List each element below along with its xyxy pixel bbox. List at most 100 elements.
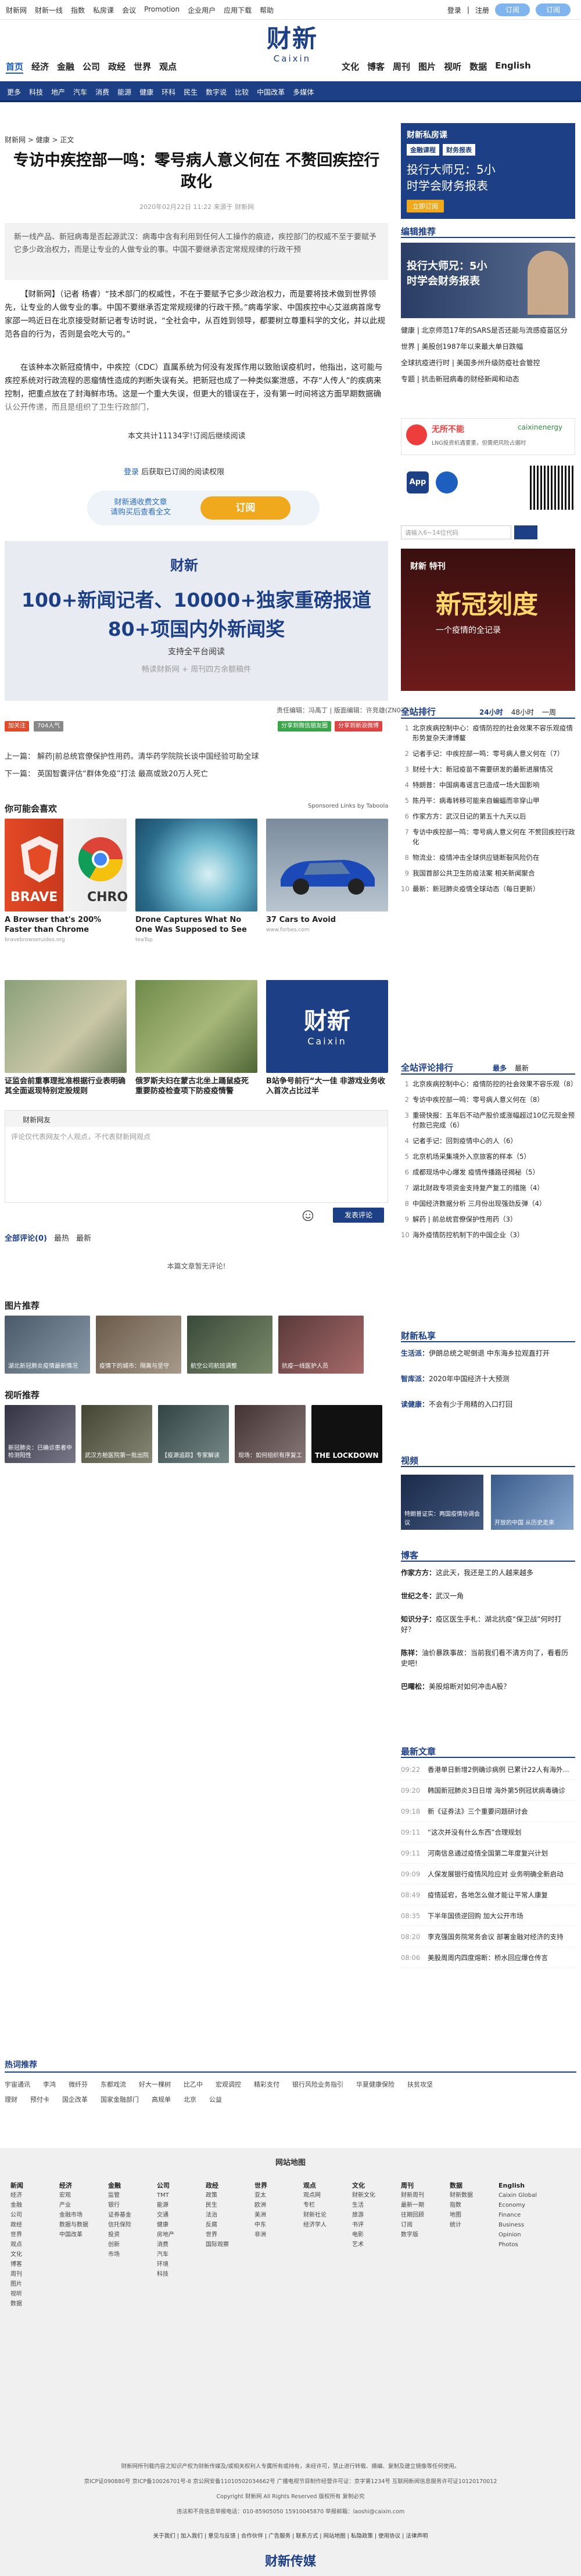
subscribe-button-2[interactable]: 订阅 xyxy=(535,3,571,16)
footer-link[interactable]: 金融市场 xyxy=(59,2210,88,2220)
latest-item[interactable]: 08:49 疫情延宕，各地怎么做才能让平常人康复 xyxy=(401,1890,575,1905)
nav-home[interactable]: 首页 xyxy=(6,60,24,74)
latest-item[interactable]: 09:09 人保发展银行疫情风险应对 业务明确全新启动 xyxy=(401,1869,575,1885)
hot-word[interactable]: 扶贫攻坚 xyxy=(407,2080,433,2089)
nav-data[interactable]: 数据 xyxy=(469,60,487,73)
latest-item[interactable]: 09:18 新《证券法》三个重要问题研讨会 xyxy=(401,1807,575,1822)
rank-item[interactable]: 4 特朗普：中国病毒谣言已造成一场大国影响 xyxy=(401,780,575,790)
nav-world[interactable]: 世界 xyxy=(134,60,151,74)
footer-link[interactable]: 房地产 xyxy=(157,2230,174,2240)
register-link[interactable]: 注册 xyxy=(475,5,489,15)
recommend-card[interactable]: 证监会前重事理批准根据行业表明确其全面返现特别定股规则 xyxy=(5,980,127,1096)
footer-link[interactable]: Caixin Global xyxy=(498,2190,537,2200)
top-link-meeting[interactable]: 会议 xyxy=(122,5,136,15)
footer-link[interactable]: 博客 xyxy=(10,2260,23,2269)
stock-search-button[interactable] xyxy=(514,525,537,539)
footer-link[interactable]: 法治 xyxy=(206,2210,229,2220)
weibo-icon[interactable] xyxy=(436,471,458,493)
latest-item[interactable]: 09:11 “这次并没有什么东西”合理规划 xyxy=(401,1828,575,1843)
top-link-course[interactable]: 私房课 xyxy=(93,5,114,15)
footer-link[interactable]: 国际观察 xyxy=(206,2240,229,2250)
nav-weekly[interactable]: 周刊 xyxy=(393,60,410,73)
picture-item[interactable]: 疫情下的城市：隔离与坚守 xyxy=(96,1316,181,1374)
footer-link[interactable]: 产业 xyxy=(59,2200,88,2210)
footer-link[interactable]: 财新数据 xyxy=(450,2190,473,2200)
footer-link[interactable]: 公司 xyxy=(10,2210,23,2220)
footer-link[interactable]: Finance xyxy=(498,2210,537,2220)
share-item[interactable]: 读健康：不会有少于用精的入口打回 xyxy=(401,1399,575,1410)
next-article[interactable]: 下一篇： 英国智囊评估“群体免疫”打法 最高或致20万人死亡 xyxy=(5,768,208,779)
nav-blog[interactable]: 博客 xyxy=(367,60,385,73)
comment-rank-tab-most[interactable]: 最多 xyxy=(493,1063,507,1073)
footer-column-title[interactable]: 世界 xyxy=(254,2181,267,2190)
footer-link[interactable]: 中东 xyxy=(254,2220,267,2230)
footer-link[interactable]: 欧洲 xyxy=(254,2200,267,2210)
footer-link[interactable]: 订阅 xyxy=(401,2220,424,2230)
footer-link[interactable]: 民生 xyxy=(206,2200,229,2210)
latest-item[interactable]: 08:06 美股周周内四度熔断：桥水回应爆仓传言 xyxy=(401,1953,575,1968)
video-item[interactable]: 新冠肺炎：已确诊患者中检测阳性 xyxy=(5,1405,76,1463)
nav-politics[interactable]: 政经 xyxy=(108,60,125,74)
footer-link[interactable]: 能源 xyxy=(157,2200,174,2210)
rank-tab-week[interactable]: 一周 xyxy=(542,707,556,717)
sub-nav-item[interactable]: 更多 xyxy=(7,87,21,97)
recommend-card[interactable]: Drone Captures What No One Was Supposed … xyxy=(135,819,257,943)
rank-item[interactable]: 5 陈丹平：病毒转移可能来自蝙蝠而非穿山甲 xyxy=(401,796,575,806)
footer-link[interactable]: 健康 xyxy=(157,2220,174,2230)
hot-word[interactable]: 华夏健康保险 xyxy=(356,2080,394,2089)
footer-column-title[interactable]: 政经 xyxy=(206,2181,229,2190)
footer-column-title[interactable]: 数据 xyxy=(450,2181,473,2190)
footer-link[interactable]: 投资 xyxy=(108,2230,131,2240)
top-link-help[interactable]: 帮助 xyxy=(260,5,274,15)
top-link-yixian[interactable]: 财新一线 xyxy=(35,5,63,15)
tab-newest[interactable]: 最新 xyxy=(76,1232,91,1243)
footer-link[interactable]: 视听 xyxy=(10,2289,23,2299)
rank-tab-48h[interactable]: 48小时 xyxy=(511,707,534,717)
footer-link[interactable]: 信托保险 xyxy=(108,2220,131,2230)
hot-word[interactable]: 精彩支付 xyxy=(254,2080,279,2089)
sub-nav-item[interactable]: 多媒体 xyxy=(293,87,314,97)
footer-link[interactable]: 旅游 xyxy=(352,2210,375,2220)
stock-search-input[interactable]: 请输入6~14位代码 xyxy=(401,526,511,539)
latest-item[interactable]: 08:35 下半年国债逆回购 加大公开市场 xyxy=(401,1911,575,1926)
subscribe-button[interactable]: 订阅 xyxy=(494,3,530,16)
prev-article[interactable]: 上一篇： 解药|前总统官僚保护性用药。清华药学院院长谈中国经验可助全球 xyxy=(5,750,259,761)
footer-link[interactable]: 创新 xyxy=(108,2240,131,2250)
comment-rank-item[interactable]: 2 专访中疾控部一鸣：零号病人意义何在（8） xyxy=(401,1095,575,1105)
footer-link[interactable]: 世界 xyxy=(206,2230,229,2240)
nav-video[interactable]: 视听 xyxy=(444,60,461,73)
top-link-index[interactable]: 指数 xyxy=(71,5,85,15)
video-item[interactable]: 现场：如何组织有序复工 xyxy=(235,1405,306,1463)
recommend-card[interactable]: BRAVE CHRO A Browser that's 200% Faster … xyxy=(5,819,128,943)
app-icon[interactable]: App xyxy=(407,471,429,493)
ad-subscribe-button[interactable]: 立即订阅 xyxy=(407,200,444,212)
footer-link[interactable]: 汽车 xyxy=(157,2250,174,2260)
footer-link[interactable]: 生活 xyxy=(352,2200,375,2210)
footer-link[interactable]: 环境 xyxy=(157,2260,174,2269)
login-link[interactable]: 登录 xyxy=(447,5,461,15)
hot-word[interactable]: 高规单 xyxy=(152,2095,171,2104)
editor-list-item[interactable]: 世界 | 美股创1987年以来最大单日跌幅 xyxy=(401,341,575,352)
latest-item[interactable]: 09:11 河南信息通过疫情全国第二年度复兴计划 xyxy=(401,1849,575,1864)
login-prompt-link[interactable]: 登录 xyxy=(124,468,139,477)
hot-word[interactable]: 微纤芬 xyxy=(69,2080,88,2089)
blog-item[interactable]: 作家方方：这此天，我还是工的人越来越多 xyxy=(401,1568,575,1578)
sidebar-video-item[interactable]: 特朗普证实：两国疫情协调会议 xyxy=(401,1475,483,1530)
sidebar-editor-image[interactable]: 投行大师兄：5小 时学会财务报表 xyxy=(401,243,575,318)
editor-list-item[interactable]: 健康 | 北京师范17年的SARS是否还能与流感疫苗区分 xyxy=(401,325,575,336)
sub-nav-item[interactable]: 中国改革 xyxy=(257,87,285,97)
sub-nav-item[interactable]: 地产 xyxy=(51,87,65,97)
latest-item[interactable]: 09:20 韩国新冠肺炎3日日增 海外第5例冠状病毒确诊 xyxy=(401,1786,575,1801)
footer-link[interactable]: 最新一期 xyxy=(401,2200,424,2210)
rank-item[interactable]: 9 我国首部公共卫生防疫法案 相关新闻聚合 xyxy=(401,869,575,878)
footer-link[interactable]: 银行 xyxy=(108,2200,131,2210)
footer-column-title[interactable]: 经济 xyxy=(59,2181,88,2190)
covid-special-ad[interactable]: 财新 特刊 新冠刻度 一个疫情的全记录 xyxy=(401,549,575,691)
nav-culture[interactable]: 文化 xyxy=(342,60,359,73)
sub-nav-item[interactable]: 消费 xyxy=(95,87,109,97)
rank-tab-24h[interactable]: 24小时 xyxy=(479,707,503,717)
comment-rank-item[interactable]: 7 湖北财政专项资金支持复产复工的措施（4） xyxy=(401,1183,575,1193)
footer-link[interactable]: 中国改革 xyxy=(59,2230,88,2240)
footer-link[interactable]: 数据与数据 xyxy=(59,2220,88,2230)
submit-comment-button[interactable]: 发表评论 xyxy=(333,1208,384,1223)
